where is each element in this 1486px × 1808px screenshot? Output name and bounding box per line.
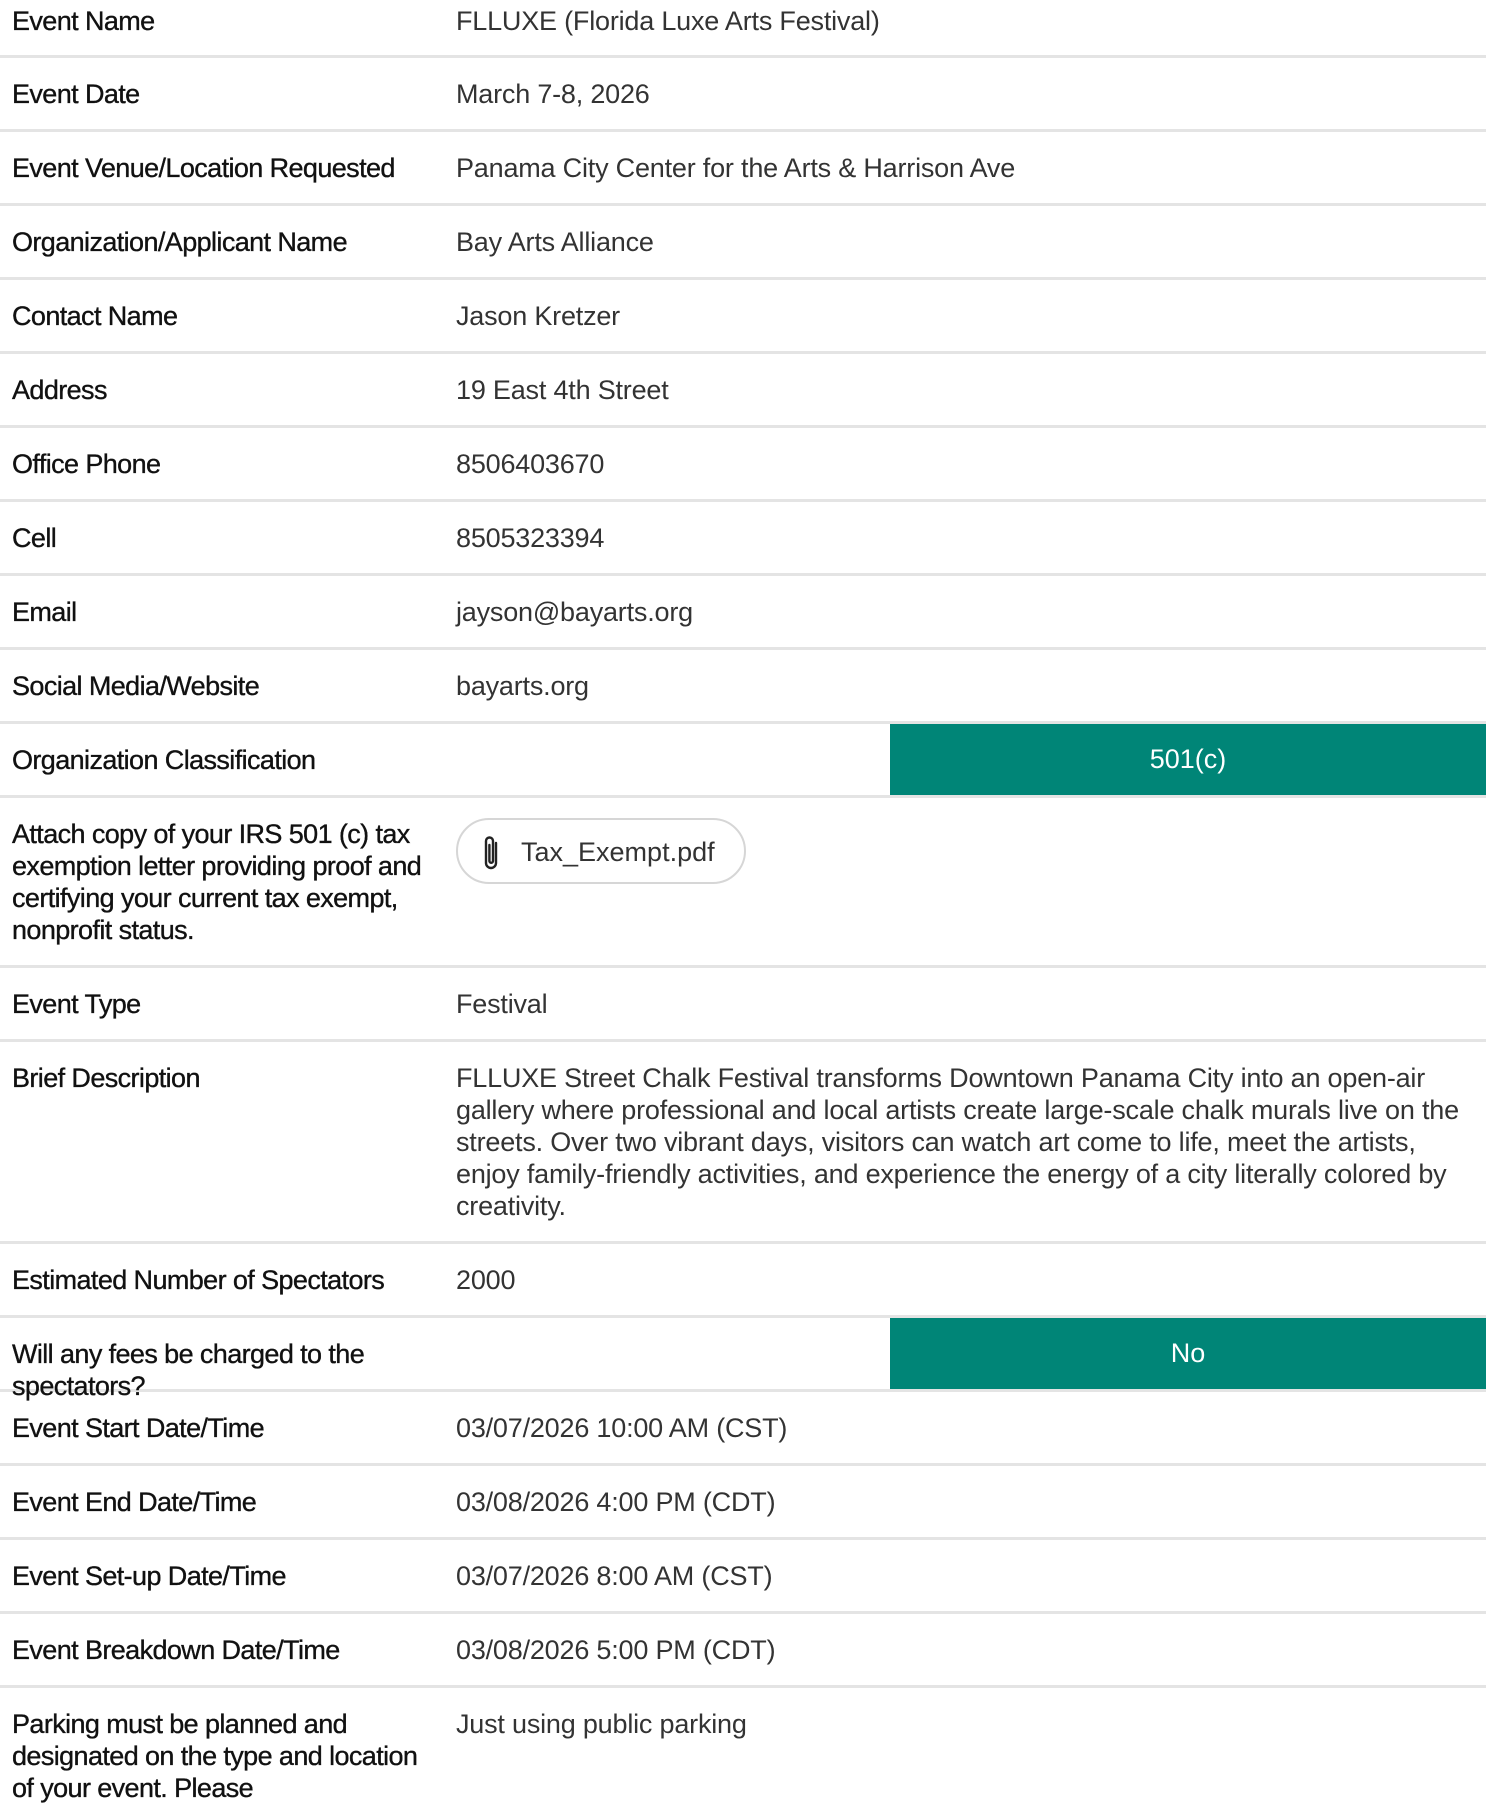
field-value: 03/07/2026 10:00 AM (CST)	[456, 1413, 788, 1443]
field-value: FLLUXE Street Chalk Festival transforms …	[456, 1063, 1459, 1221]
row-contact-name: Contact Name Jason Kretzer	[0, 280, 1486, 354]
row-event-end: Event End Date/Time 03/08/2026 4:00 PM (…	[0, 1466, 1486, 1540]
row-organization-name: Organization/Applicant Name Bay Arts All…	[0, 206, 1486, 280]
field-value: 19 East 4th Street	[456, 375, 669, 405]
field-value: Bay Arts Alliance	[456, 227, 654, 257]
field-value: jayson@bayarts.org	[456, 597, 693, 627]
field-label: Contact Name	[12, 301, 178, 331]
field-value: Jason Kretzer	[456, 301, 620, 331]
row-brief-description: Brief Description FLLUXE Street Chalk Fe…	[0, 1042, 1486, 1244]
row-social-media: Social Media/Website bayarts.org	[0, 650, 1486, 724]
fees-selected-option[interactable]: No	[890, 1318, 1486, 1389]
event-application-form: Event Name FLLUXE (Florida Luxe Arts Fes…	[0, 0, 1486, 1808]
field-label: Cell	[12, 523, 57, 553]
row-parking: Parking must be planned and designated o…	[0, 1688, 1486, 1808]
field-value: bayarts.org	[456, 671, 589, 701]
row-tax-exempt-attachment: Attach copy of your IRS 501 (c) tax exem…	[0, 798, 1486, 968]
field-label: Organization/Applicant Name	[12, 227, 348, 257]
paperclip-icon	[484, 836, 498, 870]
field-label: Brief Description	[12, 1063, 201, 1093]
field-label: Event Breakdown Date/Time	[12, 1635, 341, 1665]
row-address: Address 19 East 4th Street	[0, 354, 1486, 428]
field-value: 03/07/2026 8:00 AM (CST)	[456, 1561, 773, 1591]
field-label: Attach copy of your IRS 501 (c) tax exem…	[12, 819, 422, 945]
row-event-venue: Event Venue/Location Requested Panama Ci…	[0, 132, 1486, 206]
field-value: Festival	[456, 989, 548, 1019]
field-value: 03/08/2026 4:00 PM (CDT)	[456, 1487, 776, 1517]
field-value: 03/08/2026 5:00 PM (CDT)	[456, 1635, 776, 1665]
classification-selected-option[interactable]: 501(c)	[890, 724, 1486, 795]
field-label: Email	[12, 597, 77, 627]
row-cell: Cell 8505323394	[0, 502, 1486, 576]
row-spectator-fees: Will any fees be charged to the spectato…	[0, 1318, 1486, 1401]
attachment-filename: Tax_Exempt.pdf	[521, 837, 715, 867]
row-email: Email jayson@bayarts.org	[0, 576, 1486, 650]
field-label: Social Media/Website	[12, 671, 260, 701]
row-office-phone: Office Phone 8506403670	[0, 428, 1486, 502]
row-event-date: Event Date March 7-8, 2026	[0, 58, 1486, 132]
field-label: Address	[12, 375, 108, 405]
field-label: Event Name	[12, 6, 156, 36]
field-label: Event Start Date/Time	[12, 1413, 265, 1443]
field-label: Event Date	[12, 79, 141, 109]
field-label: Event Type	[12, 989, 142, 1019]
field-label: Estimated Number of Spectators	[12, 1265, 385, 1295]
row-event-breakdown: Event Breakdown Date/Time 03/08/2026 5:0…	[0, 1614, 1486, 1688]
field-value: 8505323394	[456, 523, 605, 553]
field-value: Panama City Center for the Arts & Harris…	[456, 153, 1016, 183]
attachment-chip[interactable]: Tax_Exempt.pdf	[456, 818, 746, 884]
field-value: March 7-8, 2026	[456, 79, 650, 109]
field-label: Parking must be planned and designated o…	[12, 1709, 418, 1803]
row-estimated-spectators: Estimated Number of Spectators 2000	[0, 1244, 1486, 1318]
field-value: FLLUXE (Florida Luxe Arts Festival)	[456, 6, 880, 36]
row-event-type: Event Type Festival	[0, 968, 1486, 1042]
field-value: Just using public parking	[456, 1709, 747, 1739]
row-organization-classification: Organization Classification 501(c)	[0, 724, 1486, 798]
field-value: 8506403670	[456, 449, 605, 479]
field-label: Organization Classification	[12, 745, 316, 775]
field-label: Event Set-up Date/Time	[12, 1561, 287, 1591]
row-event-name: Event Name FLLUXE (Florida Luxe Arts Fes…	[0, 0, 1486, 58]
row-event-setup: Event Set-up Date/Time 03/07/2026 8:00 A…	[0, 1540, 1486, 1614]
field-label: Office Phone	[12, 449, 161, 479]
row-event-start: Event Start Date/Time 03/07/2026 10:00 A…	[0, 1392, 1486, 1466]
field-label: Event End Date/Time	[12, 1487, 257, 1517]
field-label: Event Venue/Location Requested	[12, 153, 396, 183]
field-value: 2000	[456, 1265, 516, 1295]
